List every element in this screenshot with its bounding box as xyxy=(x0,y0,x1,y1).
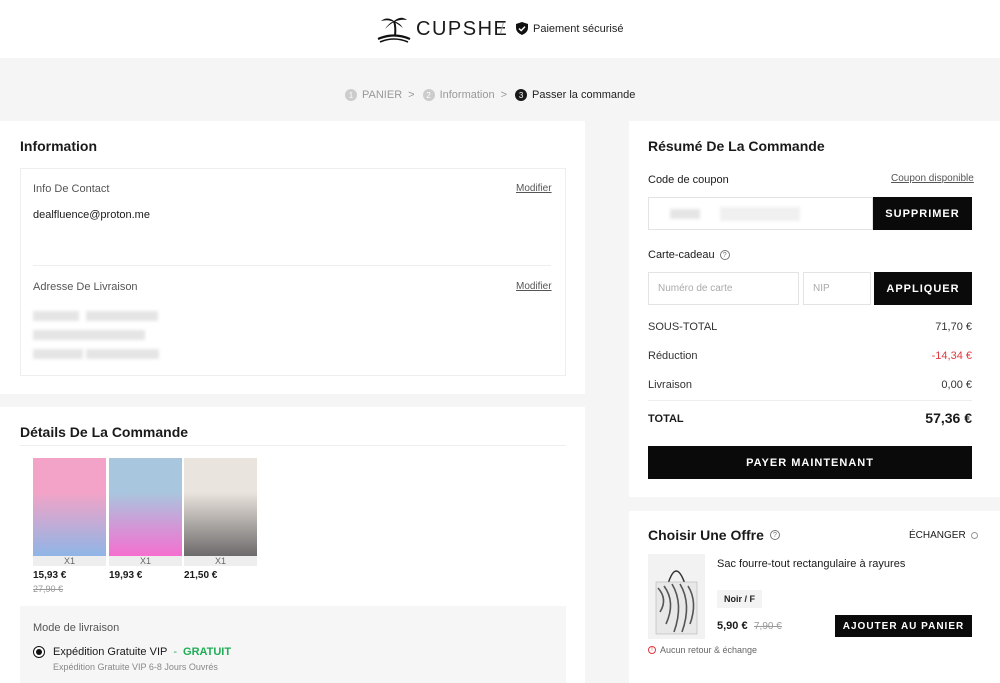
product-price: 19,93 € xyxy=(109,570,143,581)
coupon-label: Code de coupon xyxy=(648,174,729,186)
shield-check-icon xyxy=(516,22,528,35)
secure-payment-label: Paiement sécurisé xyxy=(533,22,624,35)
shipping-option: Expédition Gratuite VIP - GRATUIT xyxy=(53,646,231,658)
radio-empty-icon xyxy=(970,532,978,539)
product-image xyxy=(33,458,106,556)
redacted-address-line xyxy=(33,311,79,321)
apply-gift-card-button[interactable]: APPLIQUER xyxy=(874,272,972,305)
info-icon[interactable]: ? xyxy=(769,530,780,540)
step-information[interactable]: 2 Information > xyxy=(422,89,515,101)
divider xyxy=(33,265,551,266)
total-label: TOTAL xyxy=(648,413,684,425)
coupon-available-link[interactable]: Coupon disponible xyxy=(891,173,974,184)
step-cart[interactable]: 1 PANIER > xyxy=(345,89,423,101)
no-return-label: Aucun retour & échange xyxy=(660,645,758,655)
product-image xyxy=(184,458,257,556)
offer-product-name: Sac fourre-tout rectangulaire à rayures xyxy=(717,558,906,570)
product-price: 21,50 € xyxy=(184,570,218,581)
redacted-address-line xyxy=(86,349,159,359)
palm-tree-icon xyxy=(377,17,411,43)
step-separator: > xyxy=(408,89,415,101)
add-to-cart-button[interactable]: AJOUTER AU PANIER xyxy=(835,615,972,637)
step-number: 3 xyxy=(515,89,528,101)
tote-bag-image[interactable] xyxy=(648,554,705,639)
offer-variant-badge[interactable]: Noir / F xyxy=(717,590,762,608)
product-thumbnail[interactable]: X1 xyxy=(33,458,106,566)
gift-card-label-row: Carte-cadeau ? xyxy=(648,249,730,261)
edit-address-link[interactable]: Modifier xyxy=(516,281,552,292)
offer-price: 5,90 € xyxy=(717,620,748,632)
step-place-order: 3 Passer la commande xyxy=(515,89,635,101)
tote-bag-icon xyxy=(655,570,698,635)
subtotal-label: SOUS-TOTAL xyxy=(648,321,718,333)
exchange-toggle[interactable]: ÉCHANGER xyxy=(909,530,978,541)
subtotal-value: 71,70 € xyxy=(935,321,972,333)
brand-logo[interactable]: CUPSHE xyxy=(376,14,508,44)
edit-contact-link[interactable]: Modifier xyxy=(516,183,552,194)
gift-card-number-placeholder: Numéro de carte xyxy=(658,283,733,294)
contact-label: Info De Contact xyxy=(33,183,110,195)
redacted-address-line xyxy=(33,349,83,359)
step-label: PANIER xyxy=(362,89,403,101)
secure-payment-badge: Paiement sécurisé xyxy=(516,22,624,35)
shipping-free-label: GRATUIT xyxy=(183,646,232,658)
step-label: Information xyxy=(439,89,495,101)
product-thumbnail[interactable]: X1 xyxy=(184,458,257,566)
redacted-address-line xyxy=(86,311,158,321)
offer-old-price: 7,90 € xyxy=(754,621,782,632)
discount-value: -14,34 € xyxy=(931,350,972,362)
contact-email: dealfluence@proton.me xyxy=(33,209,150,221)
shipping-sub: Expédition Gratuite VIP 6-8 Jours Ouvrés xyxy=(53,662,218,672)
offer-title-row: Choisir Une Offre ? xyxy=(648,527,780,543)
gift-card-pin-input[interactable]: NIP xyxy=(803,272,871,305)
redacted-coupon-code xyxy=(670,208,700,219)
gift-card-number-input[interactable]: Numéro de carte xyxy=(648,272,799,305)
information-title: Information xyxy=(20,138,97,154)
info-icon[interactable]: ? xyxy=(719,250,730,260)
shipping-cost-label: Livraison xyxy=(648,379,693,391)
discount-label: Réduction xyxy=(648,350,698,362)
coupon-input[interactable] xyxy=(648,197,873,230)
product-image xyxy=(109,458,182,556)
product-quantity: X1 xyxy=(184,556,257,566)
product-old-price: 27,90 € xyxy=(33,584,64,594)
shipping-radio[interactable] xyxy=(33,646,45,658)
header-divider: / xyxy=(500,20,504,36)
shipping-option-label: Expédition Gratuite VIP xyxy=(53,646,168,658)
no-return-notice: ! Aucun retour & échange xyxy=(648,645,757,655)
product-thumbnail[interactable]: X1 xyxy=(109,458,182,566)
warning-icon: ! xyxy=(648,646,656,654)
offer-title: Choisir Une Offre xyxy=(648,527,764,543)
information-box xyxy=(20,168,566,376)
gift-card-pin-placeholder: NIP xyxy=(813,283,830,294)
gift-card-label: Carte-cadeau xyxy=(648,249,715,261)
checkout-steps: 1 PANIER > 2 Information > 3 Passer la c… xyxy=(345,89,635,101)
redacted-address-line xyxy=(33,330,145,340)
brand-name: CUPSHE xyxy=(416,17,509,40)
redacted-coupon-code xyxy=(720,206,800,221)
shipping-mode-label: Mode de livraison xyxy=(33,622,120,634)
divider xyxy=(20,445,566,446)
step-number: 1 xyxy=(345,89,357,101)
radio-dot xyxy=(35,648,42,655)
product-price: 15,93 € xyxy=(33,570,67,581)
address-label: Adresse De Livraison xyxy=(33,281,138,293)
step-label: Passer la commande xyxy=(532,89,636,101)
order-details-title: Détails De La Commande xyxy=(20,424,189,440)
product-quantity: X1 xyxy=(33,556,106,566)
shipping-cost-value: 0,00 € xyxy=(941,379,972,391)
shipping-dash: - xyxy=(173,646,178,658)
summary-title: Résumé De La Commande xyxy=(648,138,825,154)
step-separator: > xyxy=(500,89,508,101)
exchange-label: ÉCHANGER xyxy=(909,530,966,541)
remove-coupon-button[interactable]: SUPPRIMER xyxy=(873,197,972,230)
pay-now-button[interactable]: PAYER MAINTENANT xyxy=(648,446,972,479)
divider xyxy=(648,400,972,401)
step-number: 2 xyxy=(422,89,435,101)
total-value: 57,36 € xyxy=(925,410,972,426)
product-quantity: X1 xyxy=(109,556,182,566)
